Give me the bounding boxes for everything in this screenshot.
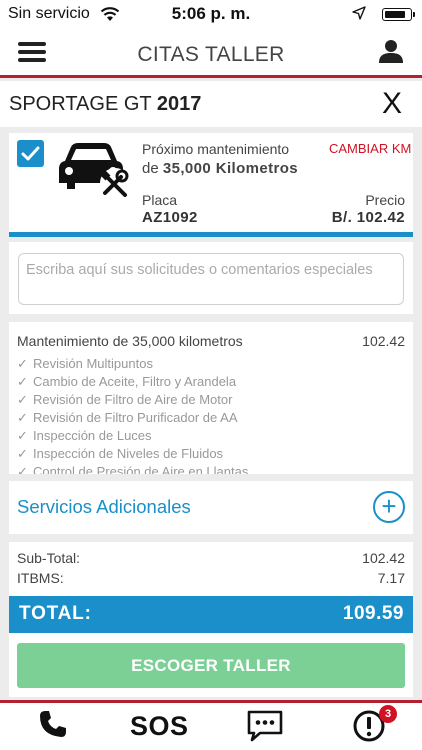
price-label: Precio — [365, 192, 405, 208]
service-package-price: 102.42 — [362, 333, 405, 349]
tax-label: ITBMS: — [17, 570, 64, 586]
location-arrow-icon — [352, 6, 366, 25]
vehicle-model: SPORTAGE GT — [9, 93, 152, 115]
list-item: ✓ Inspección de Luces — [17, 427, 248, 445]
subtotal-value: 102.42 — [362, 550, 405, 566]
alert-icon[interactable]: 3 — [353, 705, 397, 747]
service-item-label: Inspección de Luces — [33, 428, 152, 443]
plus-circle-icon[interactable]: + — [373, 491, 405, 523]
service-package: Mantenimiento de 35,000 kilometros 102.4… — [9, 322, 413, 474]
subtotal-row: Sub-Total: 102.42 — [17, 550, 405, 568]
status-bar: Sin servicio 5:06 p. m. — [0, 0, 422, 30]
list-item: ✓ Control de Presión de Aire en Llantas — [17, 463, 248, 474]
service-item-label: Revisión Multipuntos — [33, 356, 153, 371]
tax-row: ITBMS: 7.17 — [17, 570, 405, 588]
service-item-list: ✓ Revisión Multipuntos ✓ Cambio de Aceite,… — [17, 355, 248, 474]
tax-value: 7.17 — [377, 570, 405, 586]
service-item-label: Control de Presión de Aire en Llantas — [33, 464, 249, 474]
list-item: ✓ Cambio de Aceite, Filtro y Arandela — [17, 373, 248, 391]
nav-bar: CITAS TALLER — [0, 30, 422, 78]
maintenance-card: Próximo mantenimiento de 35,000 Kilometr… — [9, 133, 413, 237]
alert-badge: 3 — [379, 705, 397, 723]
service-package-title: Mantenimiento de 35,000 kilometros — [17, 333, 243, 349]
check-icon: ✓ — [17, 428, 28, 443]
check-icon: ✓ — [17, 356, 28, 371]
totals-section: Sub-Total: 102.42 ITBMS: 7.17 — [9, 542, 413, 596]
next-maintenance-value: de 35,000 Kilometros — [142, 160, 298, 177]
check-icon: ✓ — [17, 374, 28, 389]
checkbox-icon[interactable] — [17, 140, 44, 167]
service-item-label: Revisión de Filtro Purificador de AA — [33, 410, 238, 425]
user-icon[interactable] — [378, 38, 404, 64]
vehicle-year: 2017 — [156, 93, 202, 115]
check-icon: ✓ — [17, 410, 28, 425]
total-label: TOTAL: — [19, 603, 92, 624]
battery-icon — [382, 8, 415, 21]
comments-input[interactable]: Escriba aquí sus solicitudes o comentari… — [18, 253, 404, 305]
list-item: ✓ Revisión Multipuntos — [17, 355, 248, 373]
choose-workshop-button[interactable]: ESCOGER TALLER — [17, 643, 405, 688]
next-maintenance-km: 35,000 Kilometros — [162, 160, 299, 177]
check-icon: ✓ — [17, 392, 28, 407]
service-item-label: Inspección de Niveles de Fluidos — [33, 446, 224, 461]
total-value: 109.59 — [342, 603, 404, 624]
list-item: ✓ Revisión de Filtro de Aire de Motor — [17, 391, 248, 409]
tab-bar: SOS 3 — [0, 700, 422, 750]
check-icon: ✓ — [17, 464, 28, 474]
additional-services-label: Servicios Adicionales — [17, 496, 191, 517]
page-title: CITAS TALLER — [137, 43, 285, 66]
next-maintenance-label: Próximo mantenimiento — [142, 141, 290, 157]
button-area: ESCOGER TALLER — [9, 633, 413, 697]
vehicle-name: SPORTAGE GT 2017 — [9, 93, 201, 116]
plate-label: Placa — [142, 192, 178, 208]
list-item: ✓ Inspección de Niveles de Fluidos — [17, 445, 248, 463]
car-service-icon — [51, 141, 131, 201]
additional-services-row[interactable]: Servicios Adicionales + — [9, 481, 413, 534]
sos-button[interactable]: SOS — [130, 711, 190, 749]
plate-value: AZ1092 — [142, 209, 198, 226]
service-item-label: Cambio de Aceite, Filtro y Arandela — [33, 374, 237, 389]
check-icon: ✓ — [17, 446, 28, 461]
service-item-label: Revisión de Filtro de Aire de Motor — [33, 392, 233, 407]
close-icon[interactable]: X — [382, 87, 402, 121]
chat-icon[interactable] — [246, 709, 284, 747]
change-km-link[interactable]: CAMBIAR KM — [329, 141, 413, 156]
comments-section: Escriba aquí sus solicitudes o comentari… — [9, 242, 413, 314]
vehicle-header: SPORTAGE GT 2017 X — [0, 81, 422, 127]
subtotal-label: Sub-Total: — [17, 550, 81, 566]
price-value: B/. 102.42 — [331, 209, 405, 226]
total-bar: TOTAL: 109.59 — [9, 596, 413, 633]
phone-icon[interactable] — [38, 709, 70, 747]
list-item: ✓ Revisión de Filtro Purificador de AA — [17, 409, 248, 427]
next-maintenance-prefix: de — [142, 160, 159, 177]
